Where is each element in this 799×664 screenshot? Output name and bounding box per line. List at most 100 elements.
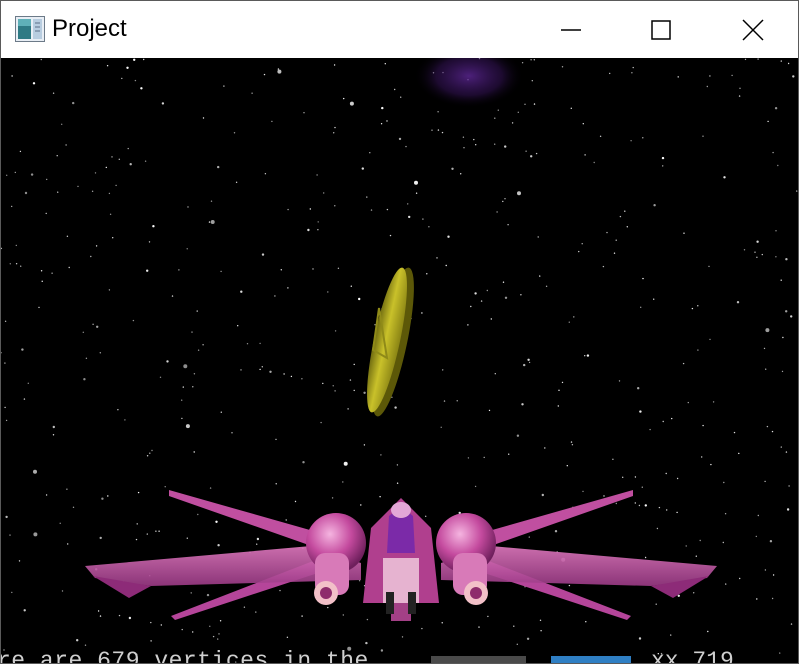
star — [56, 155, 58, 157]
star — [235, 181, 238, 183]
star — [158, 530, 160, 532]
star — [756, 598, 758, 600]
star — [155, 530, 157, 532]
star — [52, 92, 55, 94]
close-button[interactable] — [707, 1, 798, 58]
star — [107, 495, 109, 497]
star — [786, 508, 790, 511]
maximize-button[interactable] — [615, 1, 707, 58]
star — [5, 419, 8, 422]
star — [504, 198, 506, 200]
star — [531, 80, 533, 82]
star — [59, 522, 61, 524]
star — [217, 638, 219, 640]
star — [739, 577, 741, 580]
star — [676, 477, 679, 480]
star — [316, 174, 318, 176]
star — [294, 500, 297, 503]
star — [586, 354, 590, 357]
star — [150, 640, 152, 642]
star — [132, 319, 135, 322]
star — [182, 386, 184, 388]
star — [467, 457, 470, 459]
star — [530, 155, 533, 158]
star — [655, 603, 657, 605]
star — [661, 156, 665, 160]
star — [302, 461, 305, 464]
star — [761, 253, 763, 256]
hud-counter: xx 719 — [651, 650, 771, 663]
star — [342, 614, 344, 616]
star — [618, 380, 621, 382]
star — [615, 502, 617, 505]
star — [521, 62, 524, 64]
minimize-button[interactable] — [525, 1, 617, 58]
star — [757, 58, 759, 60]
star — [756, 256, 758, 258]
star — [771, 597, 774, 600]
star — [76, 639, 79, 642]
star — [317, 229, 319, 231]
star — [261, 253, 265, 256]
star — [133, 58, 136, 61]
star — [112, 237, 114, 239]
star — [275, 438, 277, 441]
star — [445, 264, 447, 267]
star — [178, 269, 180, 271]
star — [535, 152, 538, 155]
star — [571, 444, 574, 446]
star — [785, 451, 788, 453]
star — [421, 627, 423, 630]
star — [127, 147, 129, 150]
star — [4, 362, 6, 364]
star — [57, 191, 59, 193]
star — [285, 519, 287, 521]
star — [508, 453, 510, 455]
star — [269, 370, 272, 373]
star — [463, 147, 465, 149]
star — [502, 281, 505, 283]
star — [431, 129, 433, 131]
star — [405, 145, 407, 148]
spaceship — [85, 490, 717, 621]
star — [631, 72, 633, 74]
star — [280, 269, 282, 271]
star — [65, 144, 67, 146]
star — [146, 269, 149, 272]
star — [117, 409, 119, 411]
star — [327, 291, 329, 293]
star — [603, 495, 605, 497]
star — [544, 447, 546, 449]
star — [619, 215, 622, 218]
star — [527, 358, 530, 361]
star — [363, 444, 366, 446]
star — [192, 386, 194, 388]
star — [66, 488, 68, 490]
star — [61, 590, 64, 592]
star — [525, 150, 527, 152]
star — [363, 391, 366, 394]
star — [677, 76, 679, 78]
star — [129, 163, 132, 166]
star — [554, 530, 558, 533]
star — [396, 482, 399, 484]
star — [494, 373, 496, 375]
star — [639, 410, 642, 413]
star — [709, 338, 711, 341]
star — [787, 62, 790, 65]
star — [256, 543, 258, 545]
star — [91, 190, 94, 192]
star — [545, 285, 548, 287]
game-viewport[interactable]: re are 679 vertices in the xx 719 — [1, 58, 798, 663]
title-bar[interactable]: Project — [1, 1, 798, 58]
star — [264, 173, 267, 175]
star — [350, 285, 352, 287]
star — [240, 369, 242, 371]
star — [233, 132, 236, 134]
star — [780, 60, 782, 62]
star — [166, 360, 169, 363]
star — [521, 403, 524, 406]
star — [208, 221, 211, 223]
star — [97, 610, 100, 612]
star — [436, 257, 438, 259]
